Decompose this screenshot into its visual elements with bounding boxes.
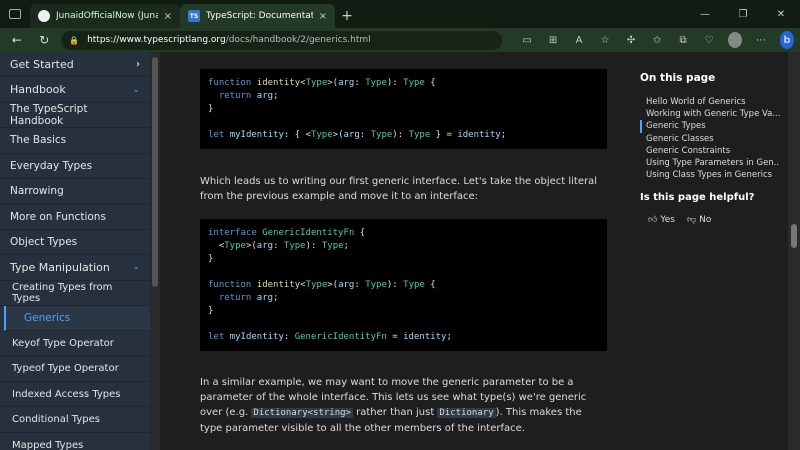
no-button[interactable]: 👎︎ No [687, 215, 711, 225]
tab-title: TypeScript: Documentation - Ge [206, 11, 313, 21]
yes-button[interactable]: 👍︎ Yes [648, 215, 675, 225]
close-tab-icon[interactable]: × [164, 11, 172, 22]
chevron-down-icon: ⌄ [132, 262, 140, 273]
close-tab-icon[interactable]: × [319, 11, 327, 22]
url-bar[interactable]: 🔒 https://www.typescriptlang.org/docs/ha… [61, 30, 503, 50]
sidebar-item-everyday-types[interactable]: Everyday Types [0, 154, 150, 179]
code-block-generic-interface: interface GenericIdentityFn { <Type>(arg… [200, 219, 607, 351]
sidebar-item-creating-types[interactable]: Creating Types from Types [0, 281, 150, 306]
on-this-page-panel: On this page Hello World of Generics Wor… [628, 52, 788, 450]
sidebar-item-indexed-access[interactable]: Indexed Access Types [0, 382, 150, 408]
extensions-icon[interactable]: ✣ [624, 35, 638, 46]
sidebar-item-conditional-types[interactable]: Conditional Types [0, 407, 150, 433]
sidebar-item-mapped-types[interactable]: Mapped Types [0, 433, 150, 450]
page-scroll-thumb[interactable] [791, 224, 797, 248]
tab-github[interactable]: JunaidOfficialNow (Junaid) × [30, 4, 180, 28]
window-controls: — ❐ ✕ [686, 0, 800, 28]
tab-typescript[interactable]: TS TypeScript: Documentation - Ge × [180, 4, 335, 28]
toc-item[interactable]: Generic Classes [640, 133, 780, 145]
address-toolbar: ← ↻ 🔒 https://www.typescriptlang.org/doc… [0, 28, 800, 52]
typescript-icon: TS [188, 10, 200, 22]
sidebar-scroll-thumb[interactable] [152, 57, 158, 287]
helpful-title: Is this page helpful? [640, 192, 755, 203]
toc-item[interactable]: Using Class Types in Generics [640, 169, 780, 181]
thumbs-up-icon: 👍︎ [648, 215, 658, 225]
inline-code-dictionary-string: Dictionary<string> [251, 408, 353, 418]
favorites-icon[interactable]: ✩ [650, 35, 664, 46]
lock-icon: 🔒 [69, 35, 80, 45]
sidebar-item-get-started[interactable]: Get Started › [0, 52, 150, 78]
toc-item[interactable]: Hello World of Generics [640, 96, 780, 108]
helpful-votes: 👍︎ Yes 👎︎ No [648, 215, 711, 225]
sidebar-item-generics[interactable]: Generics [4, 305, 150, 332]
close-window-icon[interactable]: ✕ [762, 9, 800, 20]
sidebar-scrollbar[interactable] [150, 52, 160, 450]
toc-item-current[interactable]: Generic Types [640, 120, 780, 133]
toc-item[interactable]: Generic Constraints [640, 145, 780, 157]
page-scrollbar[interactable] [788, 52, 800, 450]
maximize-icon[interactable]: ❐ [724, 9, 762, 20]
paragraph-generic-parameter: In a similar example, we may want to mov… [200, 377, 587, 434]
sidebar-item-typescript-handbook[interactable]: The TypeScript Handbook [0, 103, 150, 129]
sidebar-item-keyof[interactable]: Keyof Type Operator [0, 331, 150, 357]
paragraph-interface-intro: Which leads us to writing our first gene… [200, 176, 598, 202]
sidebar-item-handbook[interactable]: Handbook ⌄ [0, 77, 150, 103]
thumbs-down-icon: 👎︎ [686, 215, 697, 225]
extensions-area: ▭ ⊞ A ☆ ✣ ✩ ⧉ ♡ ⋯ b [520, 31, 795, 49]
health-icon[interactable]: ♡ [702, 35, 716, 46]
back-arrow-icon[interactable]: ← [6, 33, 28, 47]
sidebar-item-type-manipulation[interactable]: Type Manipulation ⌄ [0, 255, 150, 281]
url-text: https://www.typescriptlang.org/docs/hand… [87, 35, 371, 45]
code-block-identity: function identity<Type>(arg: Type): Type… [200, 69, 607, 149]
toc-list: Hello World of Generics Working with Gen… [640, 96, 780, 181]
refresh-icon[interactable]: ↻ [34, 33, 56, 47]
docs-sidebar: Get Started › Handbook ⌄ The TypeScript Ha… [0, 52, 150, 450]
inline-code-dictionary: Dictionary [437, 408, 496, 418]
avatar[interactable] [728, 32, 743, 48]
sidebar-item-object-types[interactable]: Object Types [0, 230, 150, 256]
chevron-right-icon: › [136, 58, 140, 70]
read-aloud-icon[interactable]: A [572, 35, 586, 46]
new-tab-button[interactable]: + [335, 4, 359, 28]
main-content: function identity<Type>(arg: Type): Type… [160, 52, 628, 450]
github-icon [38, 10, 50, 22]
sidebar-item-more-on-functions[interactable]: More on Functions [0, 204, 150, 230]
sidebar-item-typeof[interactable]: Typeof Type Operator [0, 357, 150, 383]
workspaces-icon[interactable] [0, 0, 30, 28]
app-available-icon[interactable]: ▭ [520, 35, 534, 46]
toc-item[interactable]: Working with Generic Type Va... [640, 108, 780, 120]
tab-bar: JunaidOfficialNow (Junaid) × TS TypeScri… [0, 0, 800, 28]
collections-icon[interactable]: ⧉ [676, 35, 690, 46]
minimize-icon[interactable]: — [686, 9, 724, 20]
favorite-star-icon[interactable]: ☆ [598, 35, 612, 46]
sidebar-item-narrowing[interactable]: Narrowing [0, 179, 150, 205]
chevron-down-icon: ⌄ [132, 84, 140, 95]
split-screen-icon[interactable]: ⊞ [546, 35, 560, 46]
toc-item[interactable]: Using Type Parameters in Gen... [640, 157, 780, 169]
tab-title: JunaidOfficialNow (Junaid) [56, 11, 158, 21]
more-options-icon[interactable]: ⋯ [754, 35, 768, 46]
toc-title: On this page [640, 72, 716, 84]
bing-copilot-icon[interactable]: b [780, 31, 795, 49]
sidebar-item-the-basics[interactable]: The Basics [0, 128, 150, 154]
